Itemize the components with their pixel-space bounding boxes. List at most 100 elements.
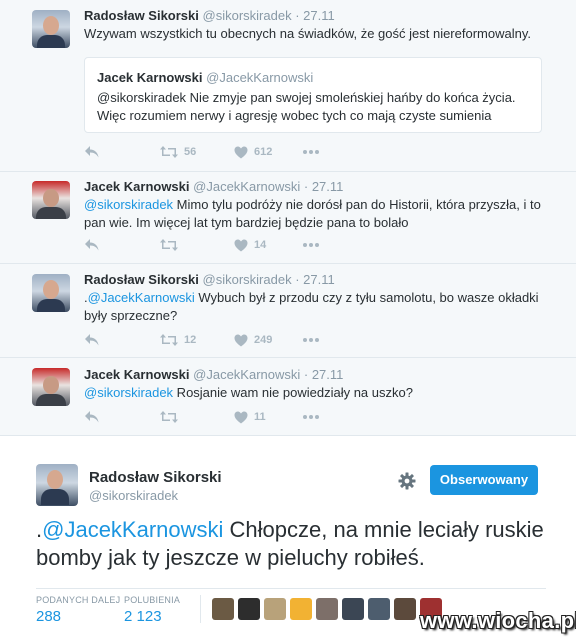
more-icon: [303, 338, 319, 342]
more-button[interactable]: [302, 143, 320, 161]
mention-link[interactable]: @JacekKarnowski: [88, 290, 195, 305]
author-name[interactable]: Jacek Karnowski: [84, 179, 190, 194]
quote-text: @sikorskiradek Nie zmyje pan swojej smol…: [97, 90, 516, 123]
retweet-button[interactable]: [160, 236, 184, 254]
heart-icon: [234, 334, 248, 346]
watermark: www.wiocha.pl: [420, 608, 576, 633]
author-name[interactable]: Radosław Sikorski: [84, 8, 199, 23]
like-button[interactable]: 249: [234, 331, 272, 349]
retweet-button[interactable]: 56: [160, 143, 196, 161]
reply-icon: [85, 411, 99, 423]
heart-icon: [234, 146, 248, 158]
like-count: 612: [254, 146, 273, 158]
retweets-value: 288: [36, 608, 62, 625]
thread-tweet-2[interactable]: Jacek Karnowski @JacekKarnowski · 27.11 …: [0, 172, 576, 264]
heart-icon: [234, 239, 248, 251]
retweet-button[interactable]: 12: [160, 331, 196, 349]
reply-button[interactable]: [84, 331, 100, 349]
thread-tweet-4[interactable]: Jacek Karnowski @JacekKarnowski · 27.11 …: [0, 358, 576, 436]
like-count: 11: [254, 411, 266, 423]
author-name[interactable]: Radosław Sikorski: [84, 272, 199, 287]
thread-tweet-1[interactable]: Radosław Sikorski @sikorskiradek · 27.11…: [0, 0, 576, 172]
more-icon: [303, 415, 319, 419]
avatar[interactable]: [32, 10, 70, 48]
liker-avatar[interactable]: [316, 598, 338, 620]
like-count: 14: [254, 239, 267, 251]
liker-avatar[interactable]: [290, 598, 312, 620]
quote-author-handle: @JacekKarnowski: [206, 70, 314, 85]
retweet-button[interactable]: [160, 408, 184, 426]
mention-link[interactable]: @sikorskiradek: [84, 197, 173, 212]
more-button[interactable]: [302, 331, 320, 349]
retweet-count: 12: [184, 334, 197, 346]
liker-avatar[interactable]: [264, 598, 286, 620]
like-button[interactable]: 612: [234, 143, 272, 161]
gear-icon: [398, 472, 416, 490]
follow-button[interactable]: Obserwowany: [430, 465, 538, 495]
tweet-text: @sikorskiradek Mimo tylu podróży nie dor…: [84, 196, 554, 232]
stats-divider: [200, 595, 201, 623]
like-button[interactable]: 14: [234, 236, 266, 254]
author-handle[interactable]: @sikorskiradek: [203, 8, 292, 23]
retweet-icon: [160, 239, 178, 251]
reply-button[interactable]: [84, 143, 100, 161]
settings-button[interactable]: [398, 472, 416, 495]
reply-button[interactable]: [84, 408, 100, 426]
quote-author-name: Jacek Karnowski: [97, 70, 203, 85]
liker-avatar[interactable]: [368, 598, 390, 620]
tweet-body: Rosjanie wam nie powiedziały na uszko?: [173, 385, 413, 400]
liker-avatar[interactable]: [212, 598, 234, 620]
more-icon: [303, 150, 319, 154]
tweet-date[interactable]: · 27.11: [304, 179, 344, 194]
tweet-text: .@JacekKarnowski Wybuch był z przodu czy…: [84, 289, 554, 325]
tweet-header: Jacek Karnowski @JacekKarnowski · 27.11: [84, 367, 343, 382]
mention-link[interactable]: @JacekKarnowski: [42, 517, 223, 542]
tweet-header: Radosław Sikorski @sikorskiradek · 27.11: [84, 8, 335, 23]
reply-icon: [85, 239, 99, 251]
retweet-count: 56: [184, 146, 197, 158]
more-icon: [303, 243, 319, 247]
retweets-label: PODANYCH DALEJ: [36, 595, 121, 605]
like-button[interactable]: 11: [234, 408, 266, 426]
mention-link[interactable]: @sikorskiradek: [84, 385, 173, 400]
tweet-date[interactable]: · 27.11: [295, 8, 335, 23]
likes-label: POLUBIENIA: [124, 595, 181, 605]
tweet-header: Jacek Karnowski @JacekKarnowski · 27.11: [84, 179, 343, 194]
author-name[interactable]: Radosław Sikorski: [89, 469, 222, 486]
quoted-tweet[interactable]: Jacek Karnowski @JacekKarnowski @sikorsk…: [84, 57, 542, 133]
quote-header: Jacek Karnowski @JacekKarnowski: [97, 70, 313, 85]
reply-button[interactable]: [84, 236, 100, 254]
author-handle[interactable]: @JacekKarnowski: [193, 179, 300, 194]
reply-icon: [85, 334, 99, 346]
avatar[interactable]: [32, 368, 70, 406]
heart-icon: [234, 411, 248, 423]
tweet-date[interactable]: · 27.11: [295, 272, 335, 287]
avatar[interactable]: [36, 464, 78, 506]
liker-avatars: [212, 598, 446, 620]
more-button[interactable]: [302, 236, 320, 254]
likes-stat[interactable]: POLUBIENIA 2 123: [124, 595, 180, 625]
retweet-icon: [160, 411, 178, 423]
main-tweet-text: .@JacekKarnowski Chłopcze, na mnie lecia…: [36, 516, 556, 572]
reply-icon: [85, 146, 99, 158]
liker-avatar[interactable]: [238, 598, 260, 620]
avatar[interactable]: [32, 181, 70, 219]
tweet-header: Radosław Sikorski @sikorskiradek · 27.11: [84, 272, 335, 287]
liker-avatar[interactable]: [342, 598, 364, 620]
tweet-text: @sikorskiradek Rosjanie wam nie powiedzi…: [84, 384, 554, 402]
author-handle[interactable]: @sikorskiradek: [203, 272, 292, 287]
tweet-text: Wzywam wszystkich tu obecnych na świadkó…: [84, 26, 531, 41]
like-count: 249: [254, 334, 273, 346]
author-handle[interactable]: @JacekKarnowski: [193, 367, 300, 382]
thread-tweet-3[interactable]: Radosław Sikorski @sikorskiradek · 27.11…: [0, 264, 576, 358]
author-name[interactable]: Jacek Karnowski: [84, 367, 190, 382]
retweets-stat[interactable]: PODANYCH DALEJ 288: [36, 595, 120, 625]
likes-value: 2 123: [124, 608, 162, 625]
more-button[interactable]: [302, 408, 320, 426]
author-handle[interactable]: @sikorskiradek: [89, 488, 178, 503]
retweet-icon: [160, 334, 178, 346]
avatar[interactable]: [32, 274, 70, 312]
retweet-icon: [160, 146, 178, 158]
tweet-date[interactable]: · 27.11: [304, 367, 344, 382]
liker-avatar[interactable]: [394, 598, 416, 620]
